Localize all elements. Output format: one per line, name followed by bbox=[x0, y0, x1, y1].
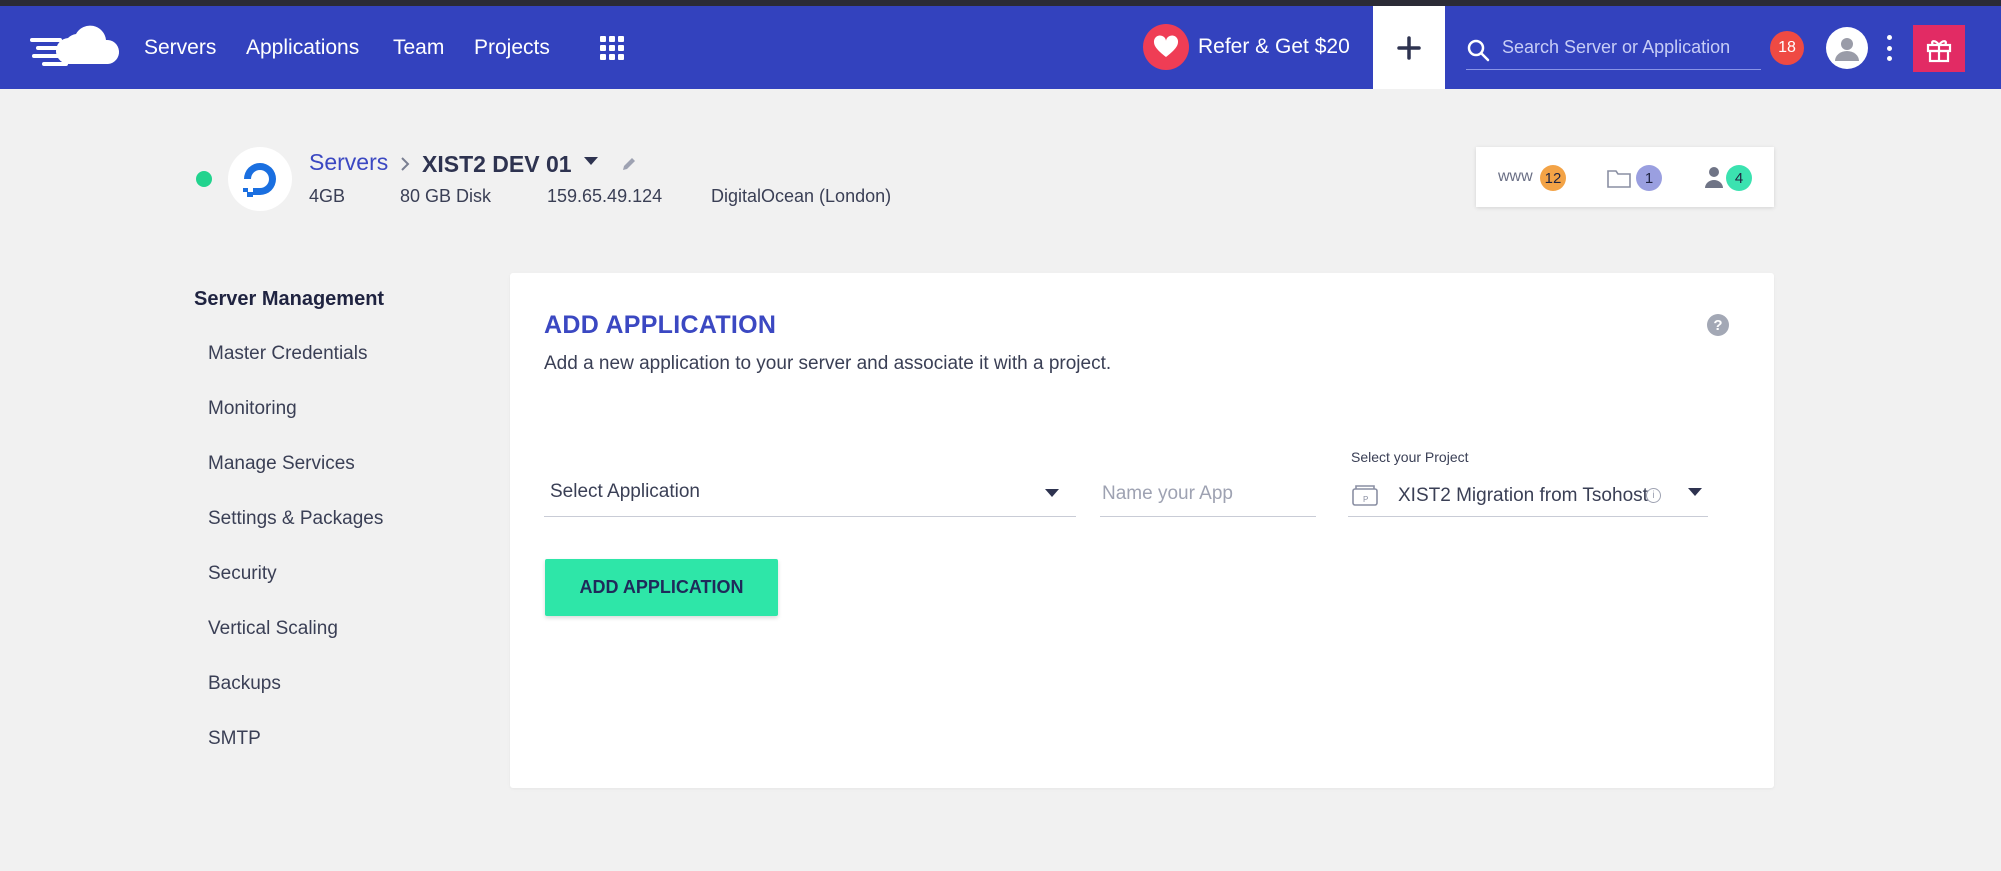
server-memory: 4GB bbox=[309, 186, 346, 206]
sidebar-item-smtp[interactable]: SMTP bbox=[208, 728, 261, 750]
cloudways-logo[interactable] bbox=[30, 22, 120, 72]
folder-icon[interactable] bbox=[1606, 167, 1632, 189]
project-folder-icon: P bbox=[1352, 485, 1378, 506]
card-title: ADD APPLICATION bbox=[544, 311, 777, 339]
edit-pencil-icon[interactable] bbox=[620, 155, 638, 173]
chevron-down-icon bbox=[1045, 489, 1059, 497]
www-label[interactable]: www bbox=[1498, 168, 1533, 186]
select-project-dropdown[interactable]: P XIST2 Migration from Tsohost i bbox=[1348, 471, 1708, 517]
sidebar-item-monitoring[interactable]: Monitoring bbox=[208, 398, 297, 420]
svg-text:P: P bbox=[1363, 495, 1368, 504]
projects-count-badge[interactable]: 1 bbox=[1636, 165, 1662, 191]
server-switch-caret-icon[interactable] bbox=[583, 156, 599, 166]
server-stats-card: www 12 1 4 bbox=[1476, 147, 1774, 207]
server-provider: DigitalOcean (London) bbox=[711, 186, 892, 206]
server-status-dot bbox=[196, 171, 212, 187]
sidebar-item-settings-packages[interactable]: Settings & Packages bbox=[208, 508, 383, 530]
refer-link[interactable]: Refer & Get $20 bbox=[1198, 35, 1350, 59]
plus-icon bbox=[1397, 35, 1421, 60]
team-member-icon[interactable] bbox=[1703, 165, 1725, 189]
gift-icon bbox=[1926, 39, 1952, 62]
sidebar-item-master-credentials[interactable]: Master Credentials bbox=[208, 343, 367, 365]
digitalocean-logo bbox=[228, 147, 292, 211]
nav-applications[interactable]: Applications bbox=[246, 36, 359, 60]
add-application-card: ADD APPLICATION Add a new application to… bbox=[510, 273, 1774, 788]
app-name-field[interactable] bbox=[1100, 471, 1316, 517]
apps-grid-icon[interactable] bbox=[600, 36, 624, 60]
server-ip: 159.65.49.124 bbox=[547, 186, 663, 206]
search-icon bbox=[1467, 39, 1490, 62]
select-application-value: Select Application bbox=[550, 481, 700, 502]
user-avatar-icon bbox=[1835, 38, 1859, 61]
heart-icon[interactable] bbox=[1143, 24, 1189, 70]
sidebar-item-vertical-scaling[interactable]: Vertical Scaling bbox=[208, 618, 338, 640]
breadcrumb-servers-link[interactable]: Servers bbox=[309, 149, 388, 176]
chevron-right-icon bbox=[401, 157, 410, 171]
help-icon[interactable]: ? bbox=[1707, 314, 1729, 336]
select-application-dropdown[interactable]: Select Application bbox=[544, 471, 1076, 517]
sidebar-item-manage-services[interactable]: Manage Services bbox=[208, 453, 355, 475]
nav-servers[interactable]: Servers bbox=[144, 36, 216, 60]
sidebar-title: Server Management bbox=[194, 288, 385, 310]
app-name-input[interactable] bbox=[1102, 479, 1312, 509]
notifications-badge[interactable]: 18 bbox=[1770, 31, 1804, 65]
server-disk: 80 GB Disk bbox=[400, 186, 492, 206]
sidebar-item-security[interactable]: Security bbox=[208, 563, 277, 585]
add-application-button[interactable]: ADD APPLICATION bbox=[545, 559, 778, 616]
nav-team[interactable]: Team bbox=[393, 36, 444, 60]
card-description: Add a new application to your server and… bbox=[544, 353, 1112, 374]
project-value: XIST2 Migration from Tsohost bbox=[1398, 485, 1648, 506]
applications-count-badge[interactable]: 12 bbox=[1540, 165, 1566, 191]
search-box[interactable] bbox=[1466, 28, 1761, 70]
team-count-badge[interactable]: 4 bbox=[1726, 165, 1752, 191]
avatar[interactable] bbox=[1826, 27, 1868, 69]
more-menu-icon[interactable] bbox=[1885, 35, 1893, 61]
gift-button[interactable] bbox=[1913, 25, 1965, 72]
info-icon[interactable]: i bbox=[1646, 488, 1661, 503]
search-input[interactable] bbox=[1502, 32, 1760, 62]
sidebar-item-backups[interactable]: Backups bbox=[208, 673, 281, 695]
add-new-button[interactable] bbox=[1373, 6, 1445, 89]
nav-projects[interactable]: Projects bbox=[474, 36, 550, 60]
project-label: Select your Project bbox=[1351, 449, 1469, 465]
server-name: XIST2 DEV 01 bbox=[422, 151, 572, 177]
chevron-down-icon bbox=[1688, 488, 1702, 496]
